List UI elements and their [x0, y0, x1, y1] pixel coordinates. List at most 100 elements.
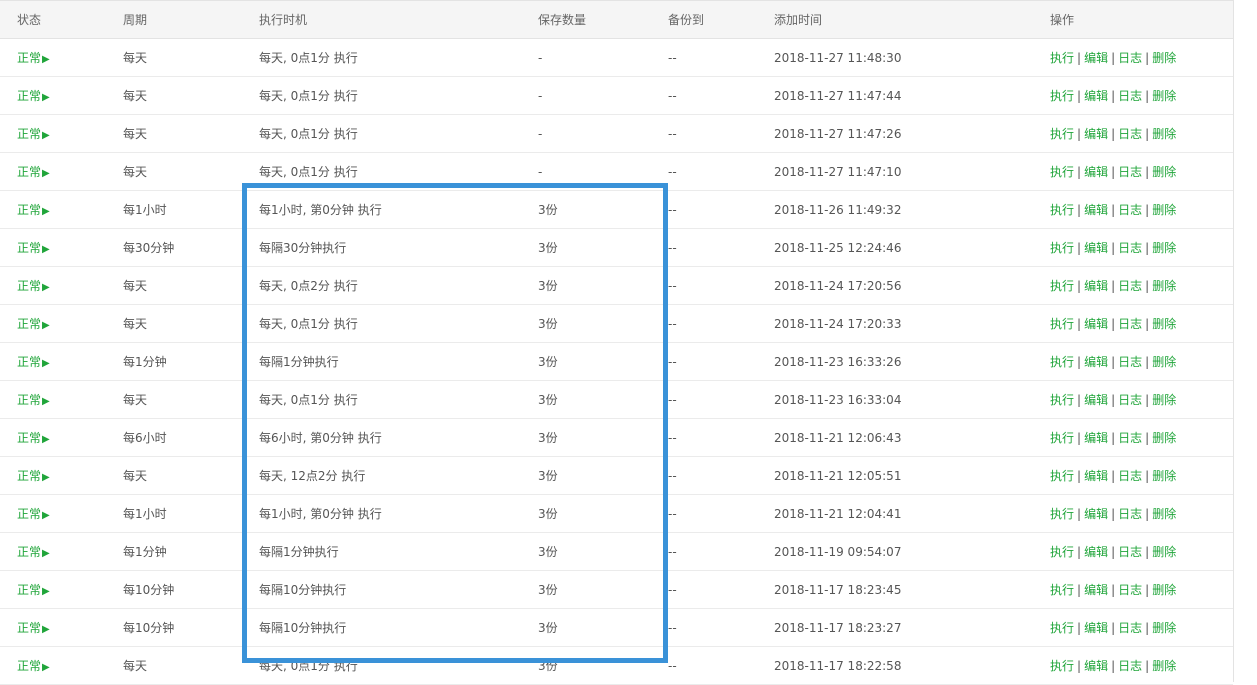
delete-link[interactable]: 删除: [1152, 165, 1176, 179]
edit-link[interactable]: 编辑: [1084, 583, 1108, 597]
status-toggle[interactable]: 正常▶: [0, 49, 106, 66]
edit-link[interactable]: 编辑: [1084, 431, 1108, 445]
play-icon: ▶: [42, 130, 50, 141]
run-link[interactable]: 执行: [1050, 621, 1074, 635]
delete-link[interactable]: 删除: [1152, 583, 1176, 597]
edit-link[interactable]: 编辑: [1084, 507, 1108, 521]
log-link[interactable]: 日志: [1118, 51, 1142, 65]
status-toggle[interactable]: 正常▶: [0, 277, 106, 294]
status-toggle[interactable]: 正常▶: [0, 505, 106, 522]
status-toggle[interactable]: 正常▶: [0, 391, 106, 408]
status-toggle[interactable]: 正常▶: [0, 353, 106, 370]
edit-link[interactable]: 编辑: [1084, 659, 1108, 673]
status-toggle[interactable]: 正常▶: [0, 315, 106, 332]
period-cell: 每天: [106, 304, 242, 343]
delete-link[interactable]: 删除: [1152, 51, 1176, 65]
log-link[interactable]: 日志: [1118, 469, 1142, 483]
run-link[interactable]: 执行: [1050, 659, 1074, 673]
actions-cell: 执行 | 编辑 | 日志 | 删除: [1033, 570, 1233, 609]
status-toggle[interactable]: 正常▶: [0, 87, 106, 104]
status-toggle[interactable]: 正常▶: [0, 657, 106, 674]
log-link[interactable]: 日志: [1118, 431, 1142, 445]
status-toggle[interactable]: 正常▶: [0, 581, 106, 598]
run-link[interactable]: 执行: [1050, 203, 1074, 217]
log-link[interactable]: 日志: [1118, 393, 1142, 407]
delete-link[interactable]: 删除: [1152, 241, 1176, 255]
status-cell: 正常▶: [0, 494, 106, 533]
log-link[interactable]: 日志: [1118, 89, 1142, 103]
run-link[interactable]: 执行: [1050, 431, 1074, 445]
log-link[interactable]: 日志: [1118, 659, 1142, 673]
run-link[interactable]: 执行: [1050, 241, 1074, 255]
run-link[interactable]: 执行: [1050, 279, 1074, 293]
status-label: 正常: [17, 469, 42, 483]
run-link[interactable]: 执行: [1050, 583, 1074, 597]
run-link[interactable]: 执行: [1050, 127, 1074, 141]
delete-link[interactable]: 删除: [1152, 279, 1176, 293]
add-time-cell: 2018-11-27 11:48:30: [757, 38, 1033, 77]
edit-link[interactable]: 编辑: [1084, 241, 1108, 255]
edit-link[interactable]: 编辑: [1084, 89, 1108, 103]
exec-time-cell: 每天, 0点1分 执行: [242, 38, 521, 77]
delete-link[interactable]: 删除: [1152, 507, 1176, 521]
log-link[interactable]: 日志: [1118, 621, 1142, 635]
edit-link[interactable]: 编辑: [1084, 279, 1108, 293]
edit-link[interactable]: 编辑: [1084, 545, 1108, 559]
log-link[interactable]: 日志: [1118, 127, 1142, 141]
delete-link[interactable]: 删除: [1152, 127, 1176, 141]
delete-link[interactable]: 删除: [1152, 545, 1176, 559]
log-link[interactable]: 日志: [1118, 507, 1142, 521]
edit-link[interactable]: 编辑: [1084, 51, 1108, 65]
table-row: 正常▶ 每天 每天, 0点1分 执行 - -- 2018-11-27 11:48:30 执行…: [0, 38, 1233, 77]
status-toggle[interactable]: 正常▶: [0, 201, 106, 218]
edit-link[interactable]: 编辑: [1084, 355, 1108, 369]
log-link[interactable]: 日志: [1118, 317, 1142, 331]
separator: |: [1077, 279, 1082, 293]
edit-link[interactable]: 编辑: [1084, 165, 1108, 179]
delete-link[interactable]: 删除: [1152, 317, 1176, 331]
log-link[interactable]: 日志: [1118, 203, 1142, 217]
run-link[interactable]: 执行: [1050, 165, 1074, 179]
delete-link[interactable]: 删除: [1152, 431, 1176, 445]
delete-link[interactable]: 删除: [1152, 621, 1176, 635]
log-link[interactable]: 日志: [1118, 545, 1142, 559]
status-cell: 正常▶: [0, 342, 106, 381]
status-toggle[interactable]: 正常▶: [0, 467, 106, 484]
edit-link[interactable]: 编辑: [1084, 203, 1108, 217]
play-icon: ▶: [42, 548, 50, 559]
delete-link[interactable]: 删除: [1152, 203, 1176, 217]
run-link[interactable]: 执行: [1050, 507, 1074, 521]
edit-link[interactable]: 编辑: [1084, 469, 1108, 483]
status-toggle[interactable]: 正常▶: [0, 239, 106, 256]
log-link[interactable]: 日志: [1118, 165, 1142, 179]
edit-link[interactable]: 编辑: [1084, 621, 1108, 635]
run-link[interactable]: 执行: [1050, 469, 1074, 483]
delete-link[interactable]: 删除: [1152, 393, 1176, 407]
delete-link[interactable]: 删除: [1152, 89, 1176, 103]
log-link[interactable]: 日志: [1118, 241, 1142, 255]
run-link[interactable]: 执行: [1050, 545, 1074, 559]
log-link[interactable]: 日志: [1118, 279, 1142, 293]
edit-link[interactable]: 编辑: [1084, 393, 1108, 407]
edit-link[interactable]: 编辑: [1084, 127, 1108, 141]
status-toggle[interactable]: 正常▶: [0, 125, 106, 142]
delete-link[interactable]: 删除: [1152, 659, 1176, 673]
edit-link[interactable]: 编辑: [1084, 317, 1108, 331]
run-link[interactable]: 执行: [1050, 393, 1074, 407]
delete-link[interactable]: 删除: [1152, 355, 1176, 369]
separator: |: [1111, 165, 1116, 179]
log-link[interactable]: 日志: [1118, 355, 1142, 369]
delete-link[interactable]: 删除: [1152, 469, 1176, 483]
run-link[interactable]: 执行: [1050, 317, 1074, 331]
log-link[interactable]: 日志: [1118, 583, 1142, 597]
status-toggle[interactable]: 正常▶: [0, 429, 106, 446]
actions-cell: 执行 | 编辑 | 日志 | 删除: [1033, 456, 1233, 495]
status-label: 正常: [17, 203, 42, 217]
run-link[interactable]: 执行: [1050, 51, 1074, 65]
run-link[interactable]: 执行: [1050, 89, 1074, 103]
run-link[interactable]: 执行: [1050, 355, 1074, 369]
status-toggle[interactable]: 正常▶: [0, 619, 106, 636]
status-toggle[interactable]: 正常▶: [0, 543, 106, 560]
status-cell: 正常▶: [0, 266, 106, 305]
status-toggle[interactable]: 正常▶: [0, 163, 106, 180]
